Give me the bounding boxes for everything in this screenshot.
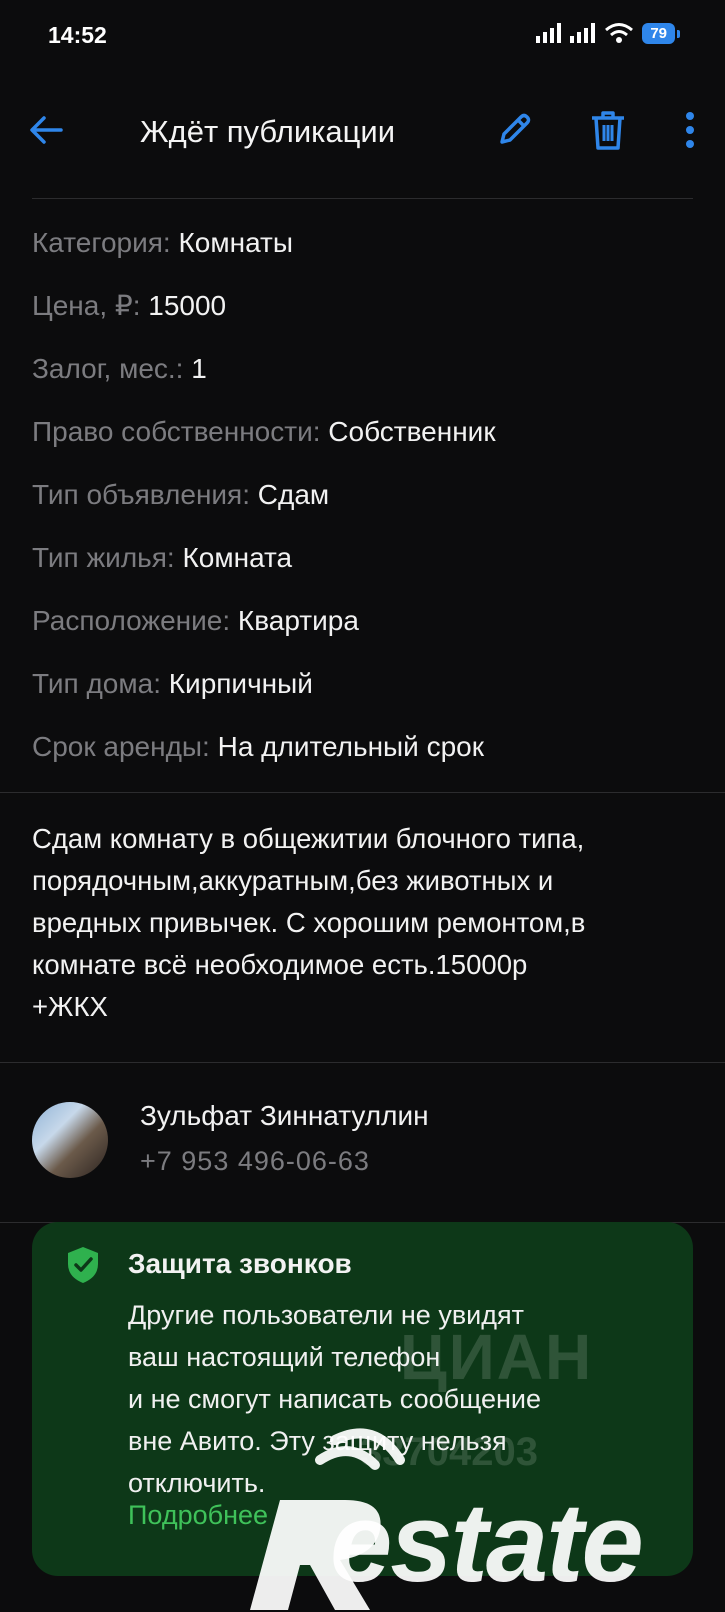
status-icons: 79 [536, 22, 680, 44]
edit-button[interactable] [492, 108, 536, 152]
description-line: +ЖКХ [32, 991, 108, 1022]
pencil-icon [500, 113, 531, 144]
back-button[interactable] [26, 110, 66, 150]
detail-value: 1 [191, 353, 207, 384]
detail-value: Квартира [237, 605, 359, 636]
description-line: Сдам комнату в общежитии блочного типа, [32, 823, 585, 854]
more-options-button[interactable] [670, 108, 710, 152]
header-divider [32, 198, 693, 199]
detail-label: Право собственности: [32, 416, 321, 447]
contact-phone: +7 953 496-06-63 [140, 1146, 370, 1176]
detail-row-house-type: Тип дома: Кирпичный [32, 664, 692, 727]
trash-icon [592, 111, 624, 150]
detail-value: Сдам [257, 479, 330, 510]
wifi-icon [605, 23, 634, 43]
signal-icon [570, 23, 596, 43]
detail-row-deposit: Залог, мес.: 1 [32, 349, 692, 412]
status-bar: 14:52 79 [0, 0, 725, 72]
detail-row-housing-type: Тип жилья: Комната [32, 538, 692, 601]
detail-row-price: Цена, ₽: 15000 [32, 286, 692, 349]
page-title: Ждёт публикации [140, 114, 396, 149]
battery-indicator: 79 [642, 22, 680, 44]
detail-label: Залог, мес.: [32, 353, 184, 384]
detail-label: Категория: [32, 227, 171, 258]
detail-value: Собственник [328, 416, 496, 447]
more-vertical-icon [686, 112, 694, 148]
description-line: вредных привычек. С хорошим ремонтом,в [32, 907, 586, 938]
detail-label: Тип объявления: [32, 479, 250, 510]
status-time: 14:52 [48, 22, 107, 48]
detail-label: Срок аренды: [32, 731, 210, 762]
protection-title: Защита звонков [128, 1248, 352, 1279]
detail-value: Комната [182, 542, 293, 573]
restate-logo-text: estate [330, 1480, 644, 1605]
detail-row-ownership: Право собственности: Собственник [32, 412, 692, 475]
description-line: комнате всё необходимое есть.15000р [32, 949, 528, 980]
avatar [32, 1102, 108, 1178]
signal-icon [536, 23, 562, 43]
detail-value: 15000 [148, 290, 227, 321]
section-divider [0, 792, 725, 793]
contact-card[interactable]: Зульфат Зиннатуллин +7 953 496-06-63 [0, 1090, 725, 1205]
arrow-left-icon [30, 116, 63, 144]
cian-watermark: ЦИАН [400, 1321, 594, 1393]
detail-value: На длительный срок [217, 731, 484, 762]
contact-name: Зульфат Зиннатуллин [140, 1100, 429, 1131]
detail-label: Цена, ₽: [32, 290, 141, 321]
section-divider [0, 1062, 725, 1063]
listing-details: Категория: Комнаты Цена, ₽: 15000 Залог,… [32, 223, 692, 790]
detail-value: Комнаты [178, 227, 293, 258]
detail-row-listing-type: Тип объявления: Сдам [32, 475, 692, 538]
shield-check-icon [68, 1247, 98, 1283]
delete-button[interactable] [586, 108, 630, 152]
listing-description: Сдам комнату в общежитии блочного типа, … [32, 818, 702, 1028]
detail-label: Расположение: [32, 605, 231, 636]
detail-value: Кирпичный [168, 668, 313, 699]
app-bar: Ждёт публикации [0, 96, 725, 166]
detail-label: Тип дома: [32, 668, 161, 699]
detail-row-rent-term: Срок аренды: На длительный срок [32, 727, 692, 790]
description-line: порядочным,аккуратным,без животных и [32, 865, 554, 896]
detail-label: Тип жилья: [32, 542, 175, 573]
detail-row-location: Расположение: Квартира [32, 601, 692, 664]
detail-row-category: Категория: Комнаты [32, 223, 692, 286]
